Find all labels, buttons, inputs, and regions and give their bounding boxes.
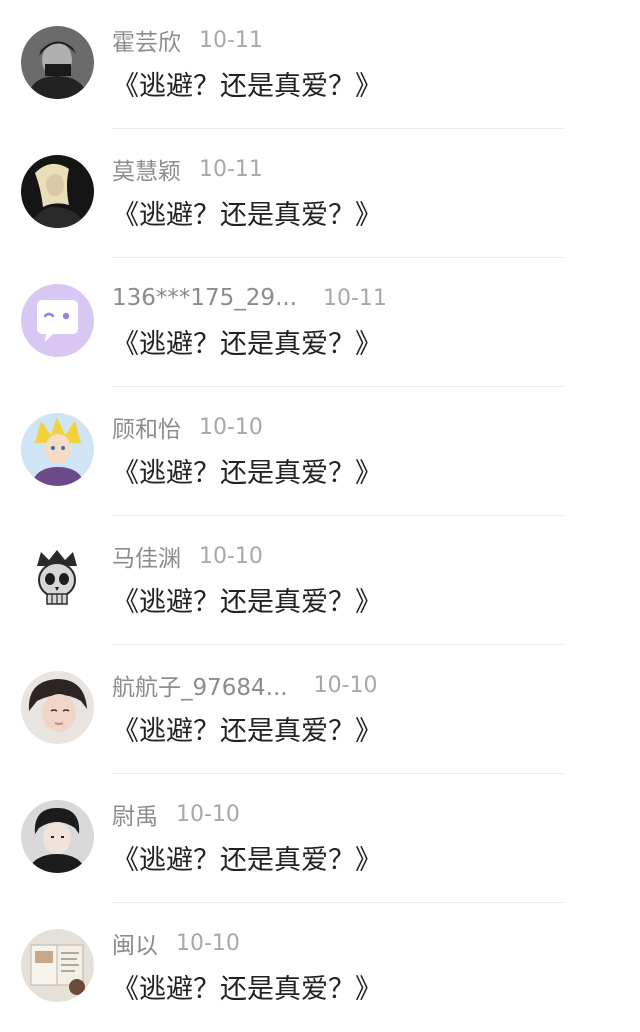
comment-item[interactable]: 莫慧颖 10-11 《逃避？还是真爱？》 [0, 129, 640, 258]
username[interactable]: 闽以 [112, 926, 158, 960]
comment-meta: 霍芸欣 10-11 [112, 23, 263, 57]
comment-date: 10-10 [199, 414, 263, 440]
comment-meta: 莫慧颖 10-11 [112, 152, 263, 186]
comment-date: 10-11 [199, 27, 263, 53]
comment-meta: 顾和怡 10-10 [112, 410, 263, 444]
book-photo-avatar[interactable] [21, 929, 94, 1002]
comment-date: 10-10 [176, 930, 240, 956]
anime-character-avatar[interactable] [21, 413, 94, 486]
username[interactable]: 136***175_29... [112, 285, 297, 311]
person-portrait-avatar[interactable] [21, 671, 94, 744]
comment-meta: 尉禹 10-10 [112, 797, 240, 831]
comment-meta: 马佳渊 10-10 [112, 539, 263, 573]
comment-item[interactable]: 尉禹 10-10 《逃避？还是真爱？》 [0, 774, 640, 903]
username[interactable]: 尉禹 [112, 797, 158, 831]
comment-text: 《逃避？还是真爱？》 [112, 587, 382, 618]
username[interactable]: 马佳渊 [112, 539, 181, 573]
comment-meta: 136***175_29... 10-11 [112, 282, 387, 314]
username[interactable]: 霍芸欣 [112, 23, 181, 57]
comment-item[interactable]: 顾和怡 10-10 《逃避？还是真爱？》 [0, 387, 640, 516]
comment-text: 《逃避？还是真爱？》 [112, 716, 382, 747]
comment-text: 《逃避？还是真爱？》 [112, 845, 382, 876]
comment-text: 《逃避？还是真爱？》 [112, 974, 382, 1005]
default-chat-bubble-avatar[interactable] [21, 284, 94, 357]
comment-item[interactable]: 136***175_29... 10-11 《逃避？还是真爱？》 [0, 258, 640, 387]
comment-meta: 闽以 10-10 [112, 926, 240, 960]
comment-date: 10-10 [313, 672, 378, 698]
short-hair-person-avatar[interactable] [21, 800, 94, 873]
username[interactable]: 莫慧颖 [112, 152, 181, 186]
blonde-person-avatar[interactable] [21, 155, 94, 228]
comment-text: 《逃避？还是真爱？》 [112, 200, 382, 231]
comment-item[interactable]: 航航子_97684... 10-10 《逃避？还是真爱？》 [0, 645, 640, 774]
comment-meta: 航航子_97684... 10-10 [112, 668, 378, 702]
comment-item[interactable]: 马佳渊 10-10 《逃避？还是真爱？》 [0, 516, 640, 645]
comment-text: 《逃避？还是真爱？》 [112, 329, 382, 360]
comment-date: 10-10 [199, 543, 263, 569]
username[interactable]: 航航子_97684... [112, 668, 288, 702]
dark-hooded-figure-avatar[interactable] [21, 26, 94, 99]
comment-text: 《逃避？还是真爱？》 [112, 71, 382, 102]
comment-text: 《逃避？还是真爱？》 [112, 458, 382, 489]
crowned-skull-avatar[interactable] [21, 542, 94, 615]
comment-list: 霍芸欣 10-11 《逃避？还是真爱？》 莫慧颖 10-11 《逃避？还是真爱？… [0, 0, 640, 1028]
comment-date: 10-10 [176, 801, 240, 827]
comment-item[interactable]: 霍芸欣 10-11 《逃避？还是真爱？》 [0, 0, 640, 129]
username[interactable]: 顾和怡 [112, 410, 181, 444]
comment-item[interactable]: 闽以 10-10 《逃避？还是真爱？》 [0, 903, 640, 1032]
comment-date: 10-11 [199, 156, 263, 182]
comment-date: 10-11 [323, 285, 387, 311]
